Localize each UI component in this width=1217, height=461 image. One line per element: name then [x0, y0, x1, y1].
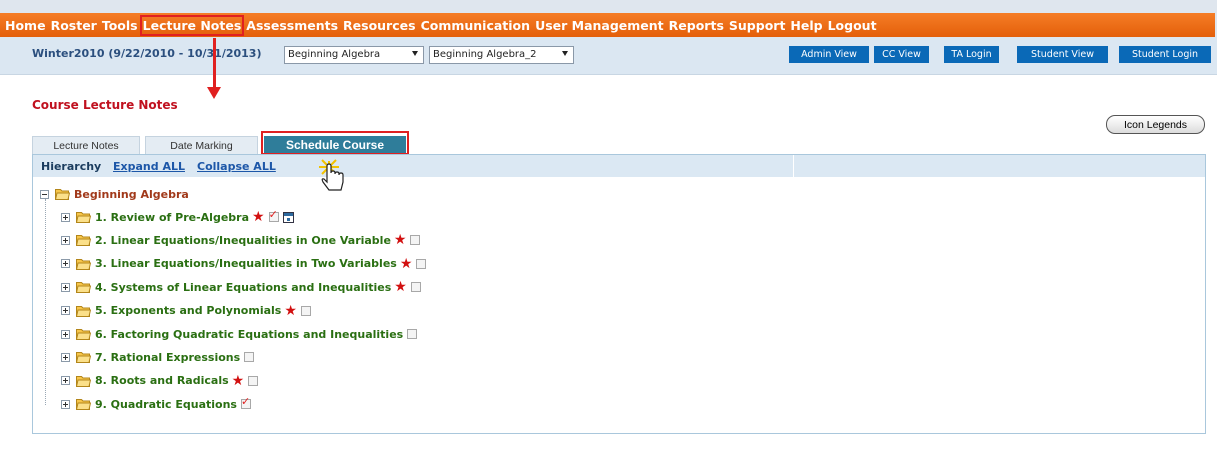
section-select[interactable]: Beginning Algebra_2	[429, 46, 574, 64]
chevron-down-icon	[412, 51, 418, 56]
schedule-checkbox[interactable]	[410, 282, 421, 293]
collapse-all-link[interactable]: Collapse ALL	[197, 160, 276, 173]
page-title: Course Lecture Notes	[32, 98, 178, 112]
chevron-down-icon	[562, 51, 568, 56]
schedule-checkbox[interactable]	[300, 305, 311, 316]
hierarchy-toolbar: Hierarchy Expand ALL Collapse ALL	[33, 155, 1205, 177]
expand-icon[interactable]	[61, 329, 70, 339]
tree-item[interactable]: 3. Linear Equations/Inequalities in Two …	[61, 255, 427, 272]
schedule-checkbox[interactable]	[407, 329, 418, 339]
expand-icon[interactable]	[61, 306, 70, 316]
nav-user-management[interactable]: User Management	[535, 18, 664, 33]
expand-icon[interactable]	[61, 282, 70, 292]
course-select-value: Beginning Algebra	[288, 49, 381, 60]
schedule-checkbox[interactable]	[416, 258, 427, 269]
tab-date-marking[interactable]: Date Marking	[145, 136, 258, 154]
star-icon: ★	[393, 232, 407, 249]
annotation-arrow	[213, 38, 216, 91]
folder-open-icon	[76, 399, 91, 411]
collapse-icon[interactable]	[40, 189, 49, 199]
star-icon: ★	[394, 279, 407, 296]
nav-reports[interactable]: Reports	[669, 18, 724, 33]
folder-open-icon	[76, 212, 91, 223]
expand-icon[interactable]	[61, 352, 70, 362]
course-select[interactable]: Beginning Algebra	[284, 46, 424, 64]
folder-open-icon	[76, 329, 91, 340]
semester-label: Winter2010 (9/22/2010 - 10/31/2013)	[32, 47, 262, 60]
tree-item[interactable]: 7. Rational Expressions	[61, 349, 255, 365]
nav-resources[interactable]: Resources	[343, 18, 416, 33]
tree-item-label[interactable]: 4. Systems of Linear Equations and Inequ…	[95, 281, 391, 294]
tree-root-label: Beginning Algebra	[74, 187, 189, 201]
star-icon: ★	[252, 209, 265, 225]
ta-login-button[interactable]: TA Login	[944, 46, 999, 63]
folder-open-icon	[76, 258, 91, 270]
nav-home[interactable]: Home	[5, 18, 46, 33]
schedule-checkbox[interactable]	[410, 235, 421, 246]
admin-view-button[interactable]: Admin View	[789, 46, 869, 63]
nav-tools[interactable]: Tools	[102, 18, 138, 33]
tree-item-label[interactable]: 6. Factoring Quadratic Equations and Ine…	[95, 328, 403, 341]
student-view-button[interactable]: Student View	[1017, 46, 1108, 63]
nav-help[interactable]: Help	[790, 18, 822, 33]
folder-open-icon	[76, 352, 91, 364]
icon-legends-button[interactable]: Icon Legends	[1106, 115, 1205, 134]
expand-icon[interactable]	[61, 212, 70, 222]
tree-item[interactable]: 5. Exponents and Polynomials ★	[61, 303, 311, 319]
tree-item-label[interactable]: 3. Linear Equations/Inequalities in Two …	[95, 257, 397, 270]
folder-open-icon	[76, 282, 91, 294]
section-select-value: Beginning Algebra_2	[433, 49, 537, 60]
tree-item[interactable]: 2. Linear Equations/Inequalities in One …	[61, 232, 421, 249]
tree-item-label[interactable]: 5. Exponents and Polynomials	[95, 304, 281, 317]
hierarchy-label: Hierarchy	[41, 160, 102, 173]
tree-item-label[interactable]: 2. Linear Equations/Inequalities in One …	[95, 234, 391, 247]
folder-open-icon	[55, 189, 70, 200]
nav-assessments[interactable]: Assessments	[246, 18, 338, 33]
nav-support[interactable]: Support	[729, 18, 786, 33]
nav-communication[interactable]: Communication	[421, 18, 531, 33]
star-icon: ★	[399, 255, 413, 272]
schedule-checkbox[interactable]	[248, 375, 259, 386]
tree-item[interactable]: 9. Quadratic Equations	[61, 395, 251, 412]
schedule-checkbox[interactable]	[268, 208, 279, 222]
tree-item-label[interactable]: 1. Review of Pre-Algebra	[95, 211, 249, 224]
annotation-arrow-head	[207, 87, 221, 99]
nav-roster[interactable]: Roster	[51, 18, 97, 33]
expand-icon[interactable]	[61, 235, 70, 245]
tab-lecture-notes[interactable]: Lecture Notes	[32, 136, 140, 154]
schedule-checkbox[interactable]	[244, 352, 255, 363]
nav-lecture-notes[interactable]: Lecture Notes	[139, 14, 245, 36]
tree-item[interactable]: 4. Systems of Linear Equations and Inequ…	[61, 279, 421, 295]
tree-item[interactable]: 8. Roots and Radicals ★	[61, 372, 259, 389]
tree-item-label[interactable]: 8. Roots and Radicals	[95, 374, 229, 387]
toolbar-divider	[793, 155, 794, 177]
schedule-checkbox[interactable]	[240, 395, 251, 410]
folder-open-icon	[76, 375, 91, 387]
tree-connector	[45, 199, 46, 405]
expand-icon[interactable]	[61, 399, 70, 409]
tree-item-label[interactable]: 7. Rational Expressions	[95, 351, 240, 364]
tree-item[interactable]: 6. Factoring Quadratic Equations and Ine…	[61, 326, 418, 342]
folder-open-icon	[76, 235, 91, 247]
star-icon: ★	[231, 372, 245, 389]
student-login-button[interactable]: Student Login	[1119, 46, 1211, 63]
expand-icon[interactable]	[61, 259, 70, 269]
cc-view-button[interactable]: CC View	[874, 46, 929, 63]
expand-icon[interactable]	[61, 376, 70, 386]
tree-item[interactable]: 1. Review of Pre-Algebra ★	[61, 208, 294, 225]
tab-schedule-course[interactable]: Schedule Course	[264, 136, 406, 154]
star-icon: ★	[284, 302, 297, 319]
tree-root[interactable]: Beginning Algebra	[40, 186, 189, 202]
expand-all-link[interactable]: Expand ALL	[113, 160, 185, 173]
calendar-icon[interactable]	[282, 211, 294, 223]
folder-open-icon	[76, 305, 91, 317]
main-nav: Home Roster Tools Lecture Notes Assessme…	[0, 13, 1215, 37]
tree-item-label[interactable]: 9. Quadratic Equations	[95, 398, 237, 411]
nav-logout[interactable]: Logout	[828, 18, 877, 33]
